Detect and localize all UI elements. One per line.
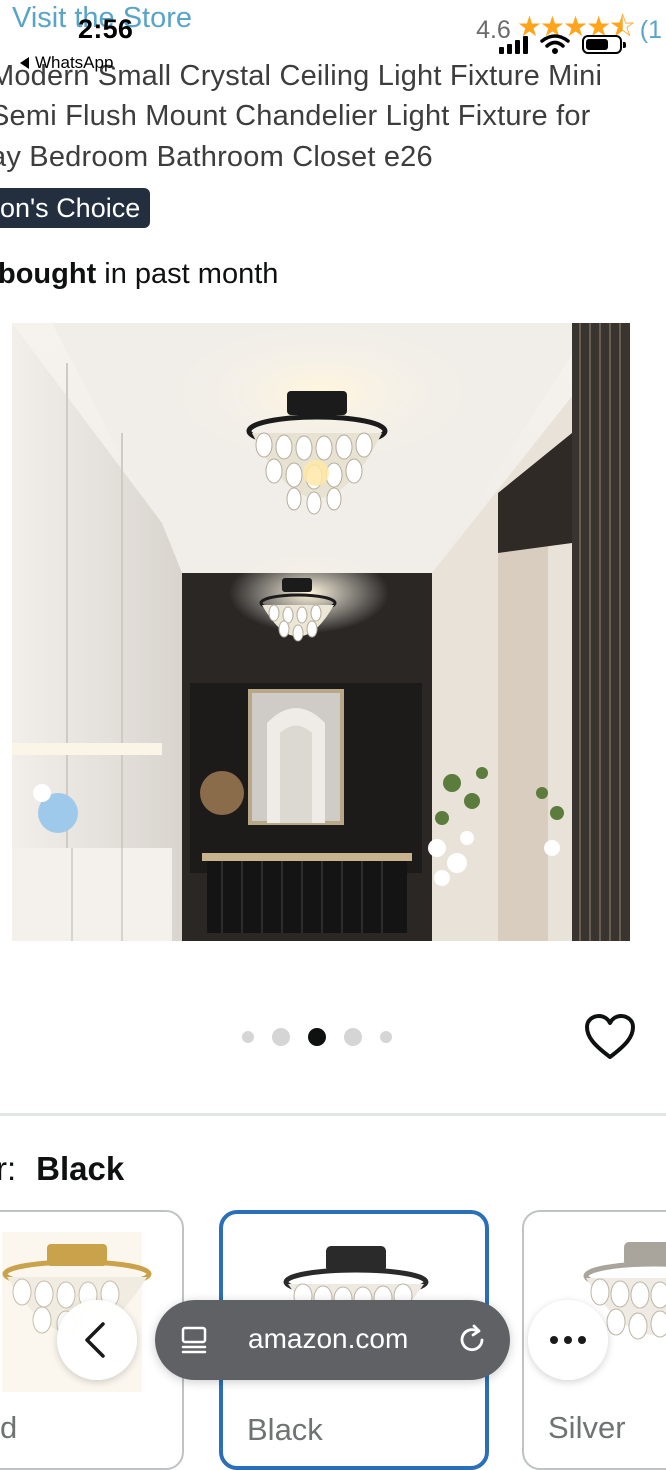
more-options-button[interactable] <box>528 1300 608 1380</box>
signal-icon <box>499 36 528 54</box>
product-image[interactable] <box>12 323 630 941</box>
section-divider <box>0 1113 666 1116</box>
chevron-left-icon <box>85 1322 105 1358</box>
back-triangle-icon <box>20 57 29 69</box>
carousel-indicator[interactable] <box>242 1028 410 1046</box>
carousel-dot[interactable] <box>344 1028 362 1046</box>
selected-color: Black <box>36 1150 125 1187</box>
browser-back-button[interactable] <box>57 1300 137 1380</box>
carousel-dot-active[interactable] <box>308 1028 326 1046</box>
product-photo-illustration <box>12 323 630 941</box>
url-text[interactable]: amazon.com <box>248 1323 408 1355</box>
bought-in-past-month: bought in past month <box>0 258 278 291</box>
reload-icon[interactable] <box>453 1320 493 1360</box>
carousel-dot[interactable] <box>242 1031 254 1043</box>
rating-count[interactable]: (1 <box>640 16 662 45</box>
status-icons <box>499 34 626 54</box>
heart-icon[interactable] <box>584 1013 636 1061</box>
swatch-label: d <box>0 1410 18 1445</box>
color-label-prefix: r: <box>0 1150 17 1187</box>
color-label: r: Black <box>0 1150 124 1188</box>
battery-icon <box>582 35 626 54</box>
swatch-label: Black <box>247 1412 323 1447</box>
back-to-app[interactable]: WhatsApp <box>20 53 113 73</box>
back-app-label: WhatsApp <box>35 53 114 72</box>
bought-rest: in past month <box>96 258 279 290</box>
bought-bold: bought <box>0 258 97 290</box>
ellipsis-icon <box>550 1336 586 1344</box>
product-title-line-2: Semi Flush Mount Chandelier Light Fixtur… <box>0 100 591 132</box>
swatch-label: Silver <box>548 1410 626 1445</box>
product-title-line-3: ay Bedroom Bathroom Closet e26 <box>0 141 433 173</box>
status-time: 2:56 <box>78 14 134 44</box>
choice-badge[interactable]: on's Choice <box>0 188 151 228</box>
page-menu-icon[interactable] <box>175 1320 215 1360</box>
carousel-dot[interactable] <box>272 1028 290 1046</box>
carousel-dot[interactable] <box>380 1031 392 1043</box>
wifi-icon <box>540 34 570 54</box>
